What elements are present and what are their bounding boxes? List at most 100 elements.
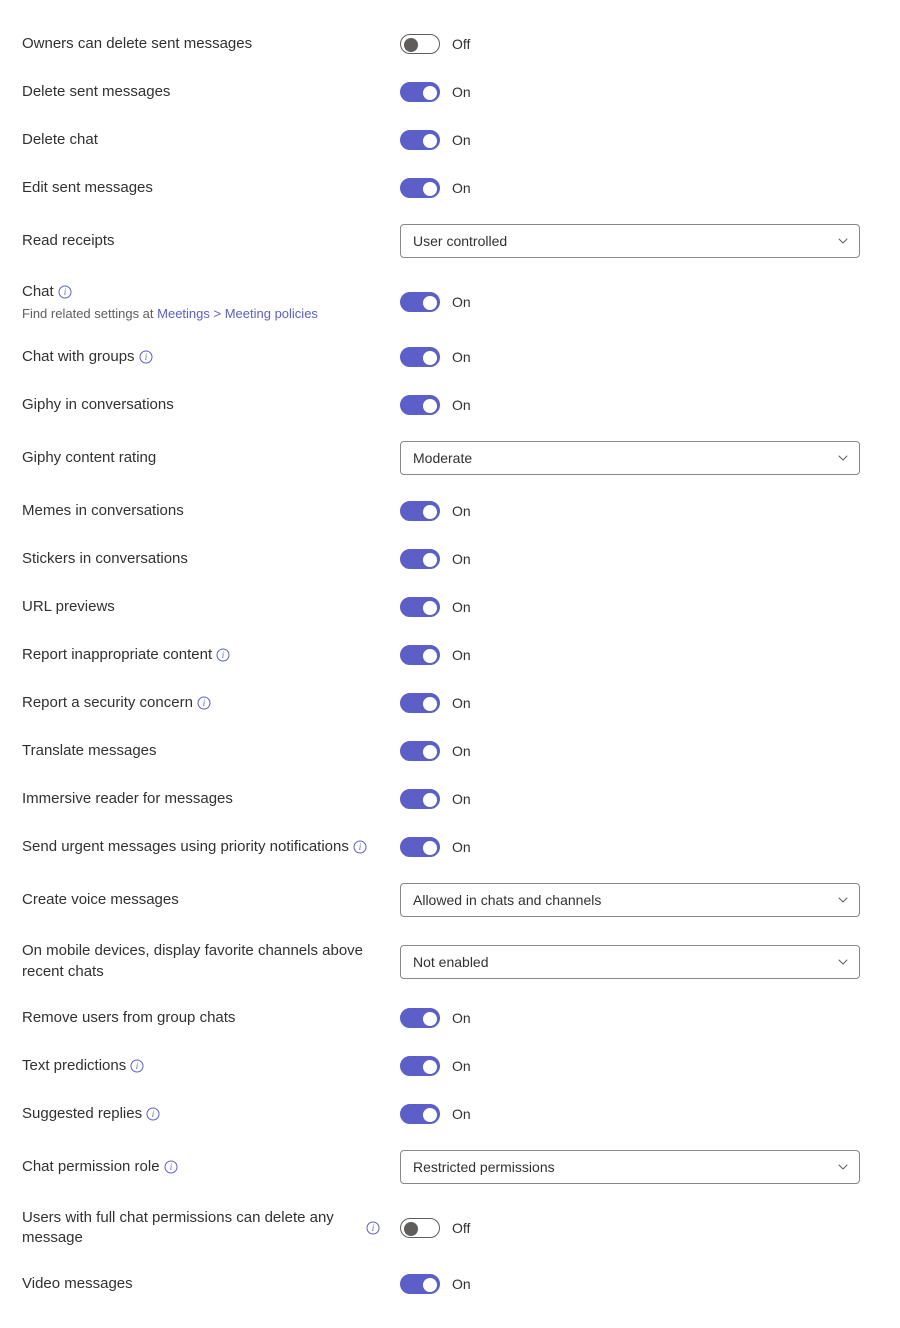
setting-label-text: Report inappropriate content bbox=[22, 645, 212, 665]
setting-label-col: Text predictionsi bbox=[22, 1056, 400, 1076]
toggle-immersive-reader[interactable] bbox=[400, 789, 440, 809]
setting-row-full-perm-delete: Users with full chat permissions can del… bbox=[22, 1196, 878, 1261]
toggle-wrap: On bbox=[400, 789, 471, 809]
toggle-state-label: Off bbox=[452, 36, 470, 52]
setting-row-immersive-reader: Immersive reader for messages On bbox=[22, 775, 878, 823]
setting-label-col: Giphy in conversations bbox=[22, 395, 400, 415]
info-icon[interactable]: i bbox=[146, 1107, 160, 1121]
toggle-text-predictions[interactable] bbox=[400, 1056, 440, 1076]
setting-label-text: Owners can delete sent messages bbox=[22, 34, 252, 54]
toggle-remove-group-users[interactable] bbox=[400, 1008, 440, 1028]
setting-label: URL previews bbox=[22, 597, 380, 617]
setting-label-col: Stickers in conversations bbox=[22, 549, 400, 569]
setting-control-col: Allowed in chats and channels bbox=[400, 883, 878, 917]
toggle-giphy[interactable] bbox=[400, 395, 440, 415]
toggle-wrap: On bbox=[400, 837, 471, 857]
setting-label: Report a security concerni bbox=[22, 693, 380, 713]
toggle-wrap: On bbox=[400, 1056, 471, 1076]
setting-label-text: Edit sent messages bbox=[22, 178, 153, 198]
setting-label: Stickers in conversations bbox=[22, 549, 380, 569]
toggle-delete-sent[interactable] bbox=[400, 82, 440, 102]
setting-label: Create voice messages bbox=[22, 890, 380, 910]
toggle-wrap: Off bbox=[400, 1218, 470, 1238]
setting-label-text: Chat bbox=[22, 282, 54, 302]
toggle-wrap: On bbox=[400, 82, 471, 102]
toggle-owners-delete-sent[interactable] bbox=[400, 34, 440, 54]
setting-label: Text predictionsi bbox=[22, 1056, 380, 1076]
toggle-state-label: On bbox=[452, 1058, 471, 1074]
info-icon[interactable]: i bbox=[58, 285, 72, 299]
svg-text:i: i bbox=[169, 1162, 172, 1172]
setting-label-col: Owners can delete sent messages bbox=[22, 34, 400, 54]
setting-row-delete-sent: Delete sent messagesOn bbox=[22, 68, 878, 116]
setting-label: Delete chat bbox=[22, 130, 380, 150]
toggle-video-messages[interactable] bbox=[400, 1274, 440, 1294]
select-giphy-rating[interactable]: Moderate bbox=[400, 441, 860, 475]
setting-row-edit-sent: Edit sent messagesOn bbox=[22, 164, 878, 212]
toggle-full-perm-delete[interactable] bbox=[400, 1218, 440, 1238]
toggle-stickers[interactable] bbox=[400, 549, 440, 569]
select-voice-messages[interactable]: Allowed in chats and channels bbox=[400, 883, 860, 917]
setting-row-stickers: Stickers in conversations On bbox=[22, 535, 878, 583]
toggle-url-previews[interactable] bbox=[400, 597, 440, 617]
setting-row-urgent-priority: Send urgent messages using priority noti… bbox=[22, 823, 878, 871]
select-value: Allowed in chats and channels bbox=[413, 892, 601, 908]
toggle-translate[interactable] bbox=[400, 741, 440, 761]
setting-label: Translate messages bbox=[22, 741, 380, 761]
setting-label-col: ChatiFind related settings at Meetings >… bbox=[22, 282, 400, 321]
info-icon[interactable]: i bbox=[366, 1221, 380, 1235]
svg-text:i: i bbox=[372, 1223, 375, 1233]
toggle-wrap: On bbox=[400, 645, 471, 665]
setting-label-text: URL previews bbox=[22, 597, 115, 617]
setting-label-col: Translate messages bbox=[22, 741, 400, 761]
setting-label-col: Users with full chat permissions can del… bbox=[22, 1208, 400, 1249]
toggle-state-label: On bbox=[452, 1010, 471, 1026]
toggle-wrap: On bbox=[400, 597, 471, 617]
toggle-delete-chat[interactable] bbox=[400, 130, 440, 150]
info-icon[interactable]: i bbox=[164, 1160, 178, 1174]
toggle-report-inappropriate[interactable] bbox=[400, 645, 440, 665]
setting-label: Report inappropriate content i bbox=[22, 645, 380, 665]
setting-row-mobile-favorite: On mobile devices, display favorite chan… bbox=[22, 929, 878, 994]
chevron-down-icon bbox=[837, 235, 849, 247]
select-value: Moderate bbox=[413, 450, 472, 466]
info-icon[interactable]: i bbox=[139, 350, 153, 364]
toggle-chat-groups[interactable] bbox=[400, 347, 440, 367]
setting-label-col: Immersive reader for messages bbox=[22, 789, 400, 809]
toggle-wrap: On bbox=[400, 501, 471, 521]
toggle-urgent-priority[interactable] bbox=[400, 837, 440, 857]
setting-row-delete-chat: Delete chatOn bbox=[22, 116, 878, 164]
toggle-report-security[interactable] bbox=[400, 693, 440, 713]
select-read-receipts[interactable]: User controlled bbox=[400, 224, 860, 258]
toggle-state-label: On bbox=[452, 791, 471, 807]
chevron-down-icon bbox=[837, 956, 849, 968]
setting-control-col: On bbox=[400, 501, 878, 521]
toggle-chat[interactable] bbox=[400, 292, 440, 312]
setting-control-col: On bbox=[400, 645, 878, 665]
related-settings-link[interactable]: Meetings > Meeting policies bbox=[157, 306, 318, 321]
select-mobile-favorite[interactable]: Not enabled bbox=[400, 945, 860, 979]
svg-text:i: i bbox=[144, 352, 147, 362]
setting-row-read-receipts: Read receiptsUser controlled bbox=[22, 212, 878, 270]
toggle-wrap: On bbox=[400, 347, 471, 367]
toggle-edit-sent[interactable] bbox=[400, 178, 440, 198]
setting-label: Remove users from group chats bbox=[22, 1008, 380, 1028]
toggle-wrap: On bbox=[400, 549, 471, 569]
toggle-memes[interactable] bbox=[400, 501, 440, 521]
setting-row-translate: Translate messagesOn bbox=[22, 727, 878, 775]
setting-row-remove-group-users: Remove users from group chats On bbox=[22, 994, 878, 1042]
info-icon[interactable]: i bbox=[197, 696, 211, 710]
select-chat-permission-role[interactable]: Restricted permissions bbox=[400, 1150, 860, 1184]
setting-control-col: On bbox=[400, 789, 878, 809]
setting-label: Giphy in conversations bbox=[22, 395, 380, 415]
toggle-state-label: On bbox=[452, 551, 471, 567]
setting-label-col: Remove users from group chats bbox=[22, 1008, 400, 1028]
setting-label-col: Chat permission rolei bbox=[22, 1157, 400, 1177]
toggle-suggested-replies[interactable] bbox=[400, 1104, 440, 1124]
setting-control-col: On bbox=[400, 1274, 878, 1294]
info-icon[interactable]: i bbox=[130, 1059, 144, 1073]
toggle-state-label: On bbox=[452, 503, 471, 519]
svg-text:i: i bbox=[222, 650, 225, 660]
info-icon[interactable]: i bbox=[353, 840, 367, 854]
info-icon[interactable]: i bbox=[216, 648, 230, 662]
